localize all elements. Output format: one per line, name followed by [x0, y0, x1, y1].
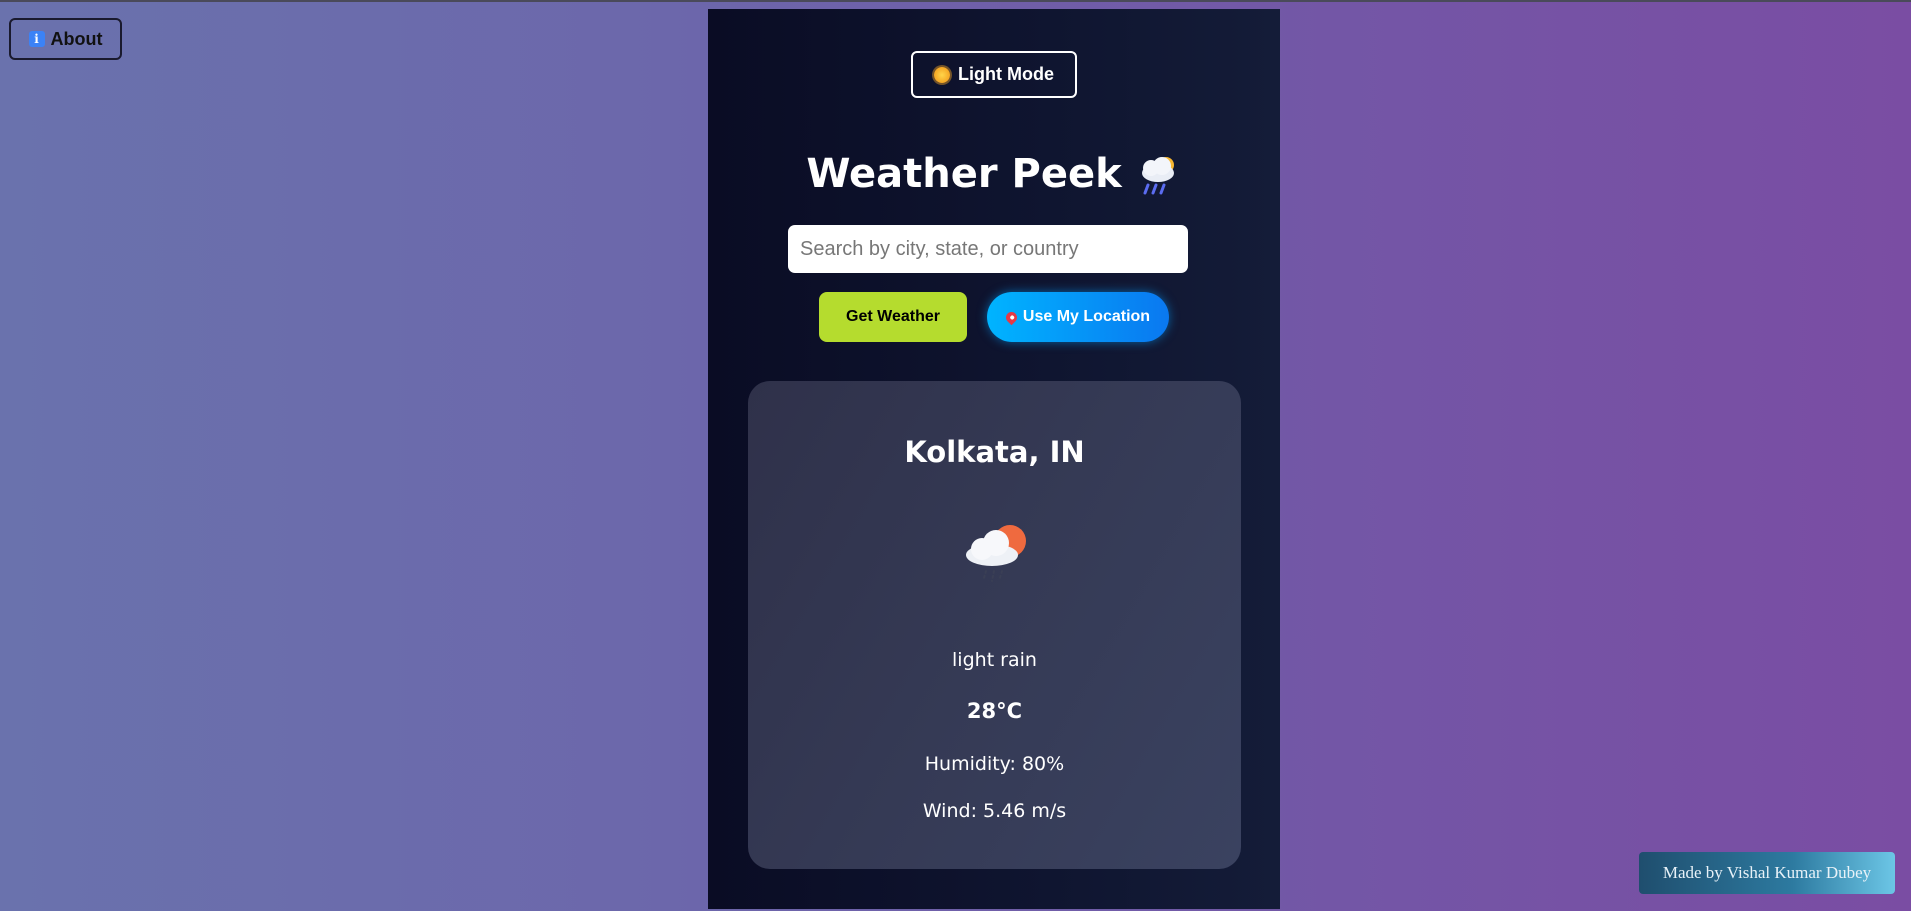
temperature: 28°C: [966, 699, 1023, 723]
sun-icon: [934, 66, 950, 83]
cloud-rain-icon: [1141, 157, 1174, 195]
city-name: Kolkata, IN: [904, 435, 1085, 469]
use-location-label: Use My Location: [1022, 308, 1151, 325]
main-panel: Light Mode Weather Peek Get Weather Use …: [708, 9, 1280, 909]
info-icon: i: [28, 31, 45, 47]
use-my-location-button[interactable]: Use My Location: [987, 292, 1169, 342]
light-mode-toggle[interactable]: Light Mode: [911, 51, 1077, 98]
light-mode-label: Light Mode: [958, 64, 1054, 84]
page-title: Weather Peek: [708, 151, 1280, 197]
wind-speed: Wind: 5.46 m/s: [922, 800, 1067, 822]
about-label: About: [50, 28, 103, 49]
sun-behind-rain-cloud-icon: [966, 525, 1026, 582]
search-input[interactable]: [788, 225, 1188, 273]
weather-card: Kolkata, IN light rain 28°C Humidity: 80…: [748, 381, 1241, 869]
get-weather-button[interactable]: Get Weather: [819, 292, 967, 342]
app-title: Weather Peek: [806, 151, 1122, 197]
humidity: Humidity: 80%: [924, 753, 1065, 775]
pin-icon: [1003, 309, 1020, 325]
about-button[interactable]: i About: [9, 18, 122, 60]
weather-description: light rain: [952, 649, 1037, 671]
credit-badge: Made by Vishal Kumar Dubey: [1639, 852, 1895, 894]
